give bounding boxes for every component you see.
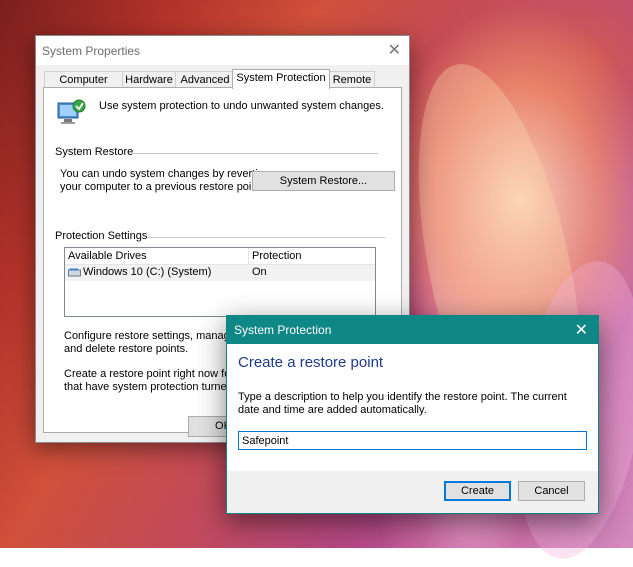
description-line: Configure restore settings, manage di (64, 330, 248, 342)
column-header-protection[interactable]: Protection (252, 250, 302, 262)
create-restore-point-dialog: System Protection ✕ Create a restore poi… (226, 315, 599, 514)
drive-icon (68, 268, 81, 277)
create-button[interactable]: Create (444, 481, 511, 501)
description-line: that have system protection turned on (64, 381, 249, 393)
description-line: your computer to a previous restore poin… (60, 181, 264, 193)
dialog-title-bar: System Protection ✕ (227, 316, 598, 344)
system-restore-description: You can undo system changes by reverting… (60, 168, 270, 194)
drive-name: Windows 10 (C:) (System) (83, 266, 212, 278)
drive-protection-status: On (252, 266, 267, 278)
column-header-available-drives[interactable]: Available Drives (68, 250, 147, 262)
group-divider (132, 153, 378, 154)
group-divider (147, 237, 385, 238)
window-title: System Properties (42, 44, 141, 58)
column-separator (248, 248, 249, 264)
drives-list[interactable]: Available Drives Protection Windows 10 (… (64, 247, 376, 317)
dialog-description: Type a description to help you identify … (238, 391, 567, 416)
system-protection-icon (57, 99, 86, 124)
system-restore-group-title: System Restore (55, 146, 134, 158)
close-icon[interactable]: ✕ (388, 40, 401, 60)
protection-settings-group-title: Protection Settings (55, 230, 148, 242)
intro-text: Use system protection to undo unwanted s… (99, 100, 384, 112)
tab-hardware[interactable]: Hardware (122, 71, 176, 88)
cancel-button[interactable]: Cancel (518, 481, 585, 501)
tab-remote[interactable]: Remote (329, 71, 375, 88)
dialog-footer: Create Cancel (227, 471, 598, 513)
system-restore-button[interactable]: System Restore... (252, 171, 395, 191)
close-icon[interactable]: ✕ (575, 320, 588, 340)
create-description: Create a restore point right now for th … (64, 368, 248, 394)
description-line: and delete restore points. (64, 343, 189, 355)
tab-advanced[interactable]: Advanced (175, 71, 235, 88)
configure-description: Configure restore settings, manage di an… (64, 330, 247, 356)
drives-list-header: Available Drives Protection (65, 248, 375, 265)
restore-point-description-input[interactable] (238, 431, 587, 450)
table-row[interactable]: Windows 10 (C:) (System) On (65, 265, 375, 281)
tab-computer-name[interactable]: Computer Name (44, 71, 123, 102)
title-bar: System Properties ✕ (36, 36, 409, 65)
dialog-heading: Create a restore point (238, 354, 384, 371)
tab-system-protection[interactable]: System Protection (232, 69, 330, 89)
description-line: Create a restore point right now for th (64, 368, 247, 380)
description-line: You can undo system changes by reverting (60, 168, 270, 180)
dialog-title: System Protection (234, 323, 332, 337)
